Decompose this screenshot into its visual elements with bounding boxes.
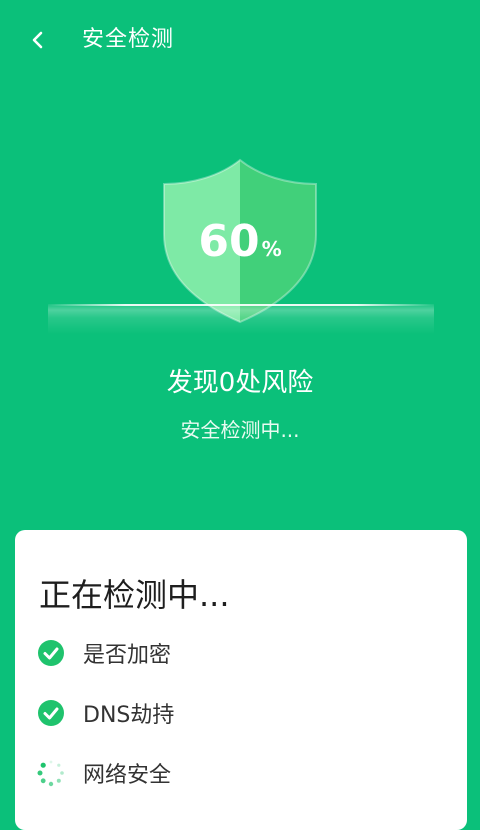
scan-line-glow xyxy=(48,304,434,306)
check-item-encryption: 是否加密 xyxy=(37,636,171,670)
check-item-label: DNS劫持 xyxy=(83,703,175,728)
check-circle-icon xyxy=(37,639,65,667)
detection-card: 正在检测中... 是否加密 DNS劫持 网络安全 xyxy=(15,530,467,830)
progress-number: 60 xyxy=(198,216,260,267)
scan-status: 安全检测中... xyxy=(180,418,300,442)
detection-card-title: 正在检测中... xyxy=(39,576,230,614)
top-bar: 安全检测 xyxy=(0,0,480,80)
scan-line xyxy=(48,304,434,334)
check-item-network-security: 网络安全 xyxy=(37,756,171,790)
chevron-left-icon xyxy=(32,31,43,49)
check-circle-icon xyxy=(37,699,65,727)
check-item-label: 是否加密 xyxy=(83,643,172,668)
check-item-dns-hijack: DNS劫持 xyxy=(37,696,174,730)
back-button[interactable] xyxy=(20,22,56,58)
risk-summary: 发现0处风险 xyxy=(166,368,314,398)
progress-readout: 60% xyxy=(150,216,330,267)
progress-unit: % xyxy=(261,237,282,261)
page-title: 安全检测 xyxy=(82,27,175,52)
spinner-icon xyxy=(37,759,65,787)
check-item-label: 网络安全 xyxy=(83,763,172,788)
